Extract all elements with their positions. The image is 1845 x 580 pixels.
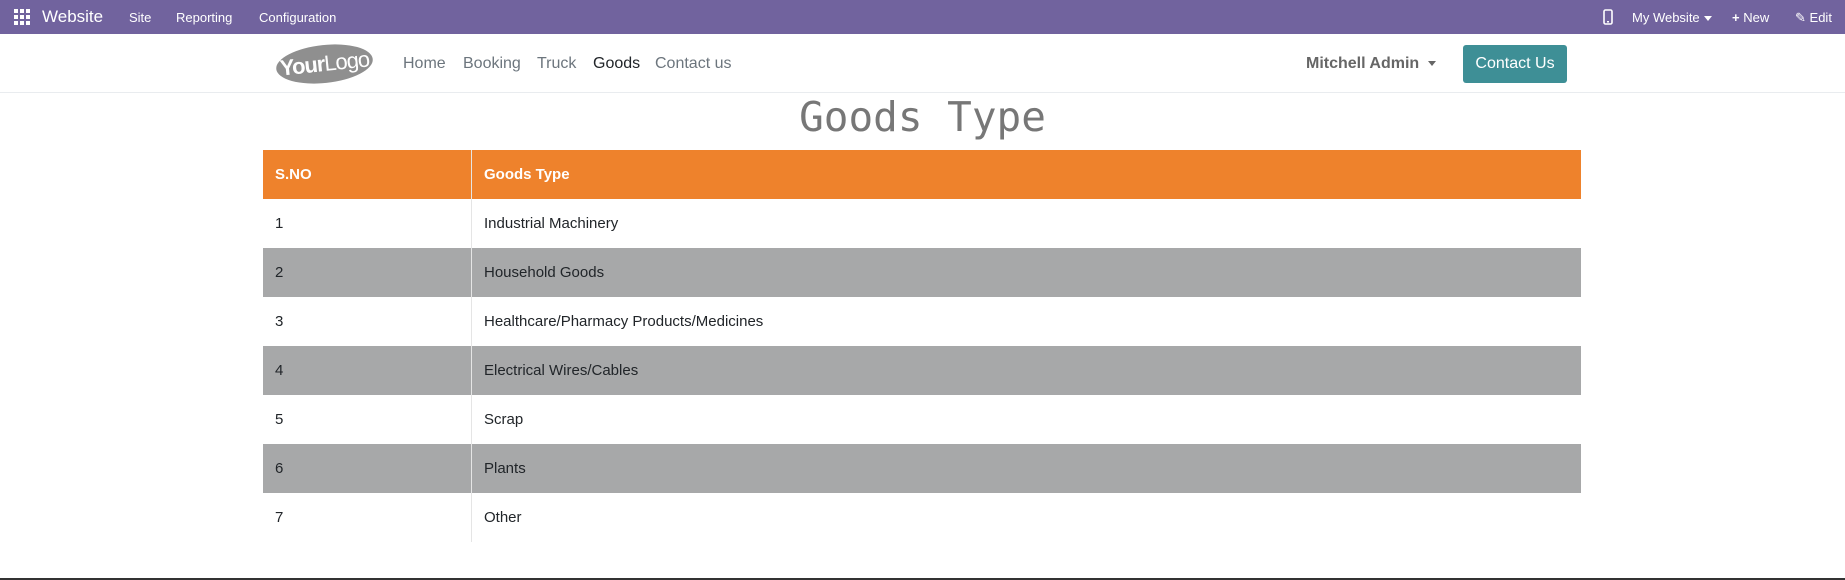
table-row: 7 Other [263, 493, 1581, 542]
new-button[interactable]: + New [1732, 10, 1769, 25]
column-header-goods-type: Goods Type [471, 150, 1581, 199]
contact-us-button[interactable]: Contact Us [1463, 45, 1567, 83]
user-name: Mitchell Admin [1306, 55, 1420, 72]
cell-sno: 7 [263, 493, 472, 542]
pencil-icon: ✎ [1795, 10, 1806, 25]
menu-reporting[interactable]: Reporting [176, 10, 232, 25]
chevron-down-icon [1703, 16, 1712, 22]
cell-goods-type: Industrial Machinery [471, 199, 1581, 248]
new-label: New [1743, 10, 1770, 25]
nav-goods[interactable]: Goods [593, 55, 640, 73]
cell-sno: 5 [263, 395, 472, 444]
table-row: 4 Electrical Wires/Cables [263, 346, 1581, 395]
logo[interactable]: YourLogo [274, 40, 375, 88]
table-row: 3 Healthcare/Pharmacy Products/Medicines [263, 297, 1581, 346]
mobile-preview-icon[interactable] [1603, 9, 1613, 28]
cell-sno: 3 [263, 297, 472, 346]
admin-brand[interactable]: Website [42, 7, 103, 27]
table-row: 2 Household Goods [263, 248, 1581, 297]
column-header-sno: S.NO [263, 150, 472, 199]
table-row: 5 Scrap [263, 395, 1581, 444]
table-row: 1 Industrial Machinery [263, 199, 1581, 248]
cell-goods-type: Scrap [471, 395, 1581, 444]
logo-text: Logo [322, 46, 371, 76]
cell-sno: 1 [263, 199, 472, 248]
logo-text-bold: Your [278, 51, 326, 81]
edit-label: Edit [1809, 10, 1832, 25]
cell-goods-type: Healthcare/Pharmacy Products/Medicines [471, 297, 1581, 346]
cell-sno: 4 [263, 346, 472, 395]
plus-icon: + [1732, 10, 1740, 25]
nav-contact-us[interactable]: Contact us [655, 55, 731, 73]
nav-booking[interactable]: Booking [463, 55, 521, 73]
chevron-down-icon [1428, 61, 1437, 67]
menu-site[interactable]: Site [129, 10, 151, 25]
apps-grid-icon[interactable] [14, 9, 30, 25]
menu-configuration[interactable]: Configuration [259, 10, 336, 25]
cell-sno: 6 [263, 444, 472, 493]
website-selector[interactable]: My Website [1632, 10, 1712, 25]
cell-goods-type: Household Goods [471, 248, 1581, 297]
nav-home[interactable]: Home [403, 55, 446, 73]
website-selector-label: My Website [1632, 10, 1700, 25]
cell-goods-type: Plants [471, 444, 1581, 493]
cell-sno: 2 [263, 248, 472, 297]
edit-button[interactable]: ✎ Edit [1795, 10, 1832, 26]
user-menu[interactable]: Mitchell Admin [1306, 55, 1437, 73]
admin-bar: Website Site Reporting Configuration My … [0, 0, 1845, 34]
cell-goods-type: Other [471, 493, 1581, 542]
goods-type-table: S.NO Goods Type 1 Industrial Machinery 2… [263, 150, 1581, 542]
table-row: 6 Plants [263, 444, 1581, 493]
nav-truck[interactable]: Truck [537, 55, 576, 73]
site-header: YourLogo Home Booking Truck Goods Contac… [0, 34, 1845, 93]
page-title: Goods Type [799, 93, 1046, 141]
table-header-row: S.NO Goods Type [263, 150, 1581, 199]
cell-goods-type: Electrical Wires/Cables [471, 346, 1581, 395]
